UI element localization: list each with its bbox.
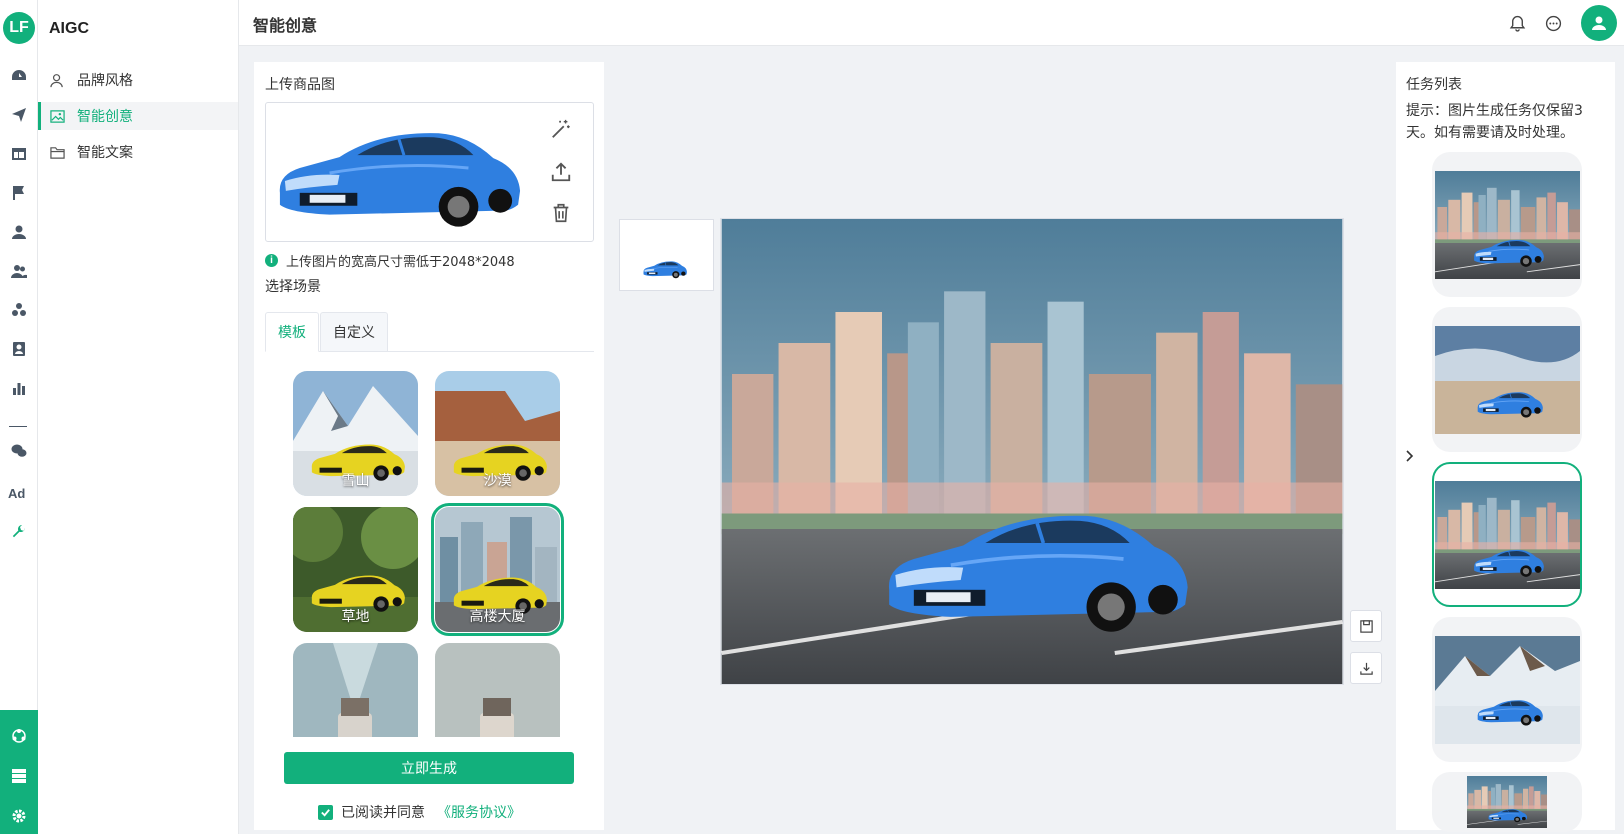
scene-label: 草地: [341, 609, 370, 625]
server-icon[interactable]: [9, 766, 29, 786]
scene-template-snow-mountain[interactable]: 雪山: [293, 371, 418, 496]
gear-icon[interactable]: [9, 806, 29, 826]
download-icon: [1359, 662, 1373, 675]
chevron-right-icon[interactable]: [1401, 448, 1417, 464]
check-icon: [321, 808, 330, 817]
module-title: AIGC: [49, 20, 89, 37]
scene-label: 高楼大厦: [469, 609, 526, 625]
rail-bottom-group: [0, 710, 38, 834]
cluster-icon[interactable]: [9, 300, 29, 320]
network-icon[interactable]: [9, 726, 29, 746]
generated-image: [721, 219, 1343, 684]
scene-label: 雪山: [341, 473, 370, 489]
tab-template[interactable]: 模板: [265, 312, 319, 352]
wechat-icon[interactable]: [9, 441, 29, 461]
creative-settings-panel: 上传商品图 i 上传图片的宽高尺寸需低于2048*2048 选择场景 模板 自定…: [254, 62, 604, 830]
image-icon: [50, 109, 65, 123]
upload-icon[interactable]: [549, 160, 573, 184]
trash-icon[interactable]: [549, 201, 573, 225]
send-icon[interactable]: [9, 105, 29, 125]
scene-template-skyscrapers[interactable]: 高楼大厦: [431, 503, 564, 636]
task-thumbnail: [1435, 481, 1580, 589]
save-button[interactable]: [1350, 610, 1382, 642]
wrench-icon[interactable]: [9, 522, 29, 542]
task-item[interactable]: [1432, 617, 1582, 762]
scene-template-desert[interactable]: 沙漠: [435, 371, 560, 496]
dashboard-icon[interactable]: [9, 66, 29, 86]
top-header: 智能创意: [239, 0, 1624, 46]
info-icon: i: [265, 254, 278, 267]
task-item[interactable]: [1432, 307, 1582, 452]
product-image: [270, 111, 528, 235]
product-upload-box[interactable]: [265, 102, 594, 242]
page-title: 智能创意: [253, 16, 318, 35]
sidebar-item-smart-copy[interactable]: 智能文案: [38, 138, 238, 166]
rail-divider: [9, 426, 27, 427]
task-thumbnail: [1467, 776, 1547, 828]
task-item[interactable]: [1432, 462, 1582, 607]
bell-icon[interactable]: [1507, 13, 1527, 33]
avatar[interactable]: [1581, 5, 1617, 41]
source-thumbnail[interactable]: [619, 219, 714, 291]
task-thumbnail: [1434, 635, 1580, 744]
task-list-title: 任务列表: [1406, 77, 1462, 93]
task-item[interactable]: [1432, 772, 1582, 832]
message-icon[interactable]: [1543, 13, 1563, 33]
users-icon[interactable]: [9, 261, 29, 281]
task-list-panel: 任务列表 提示：图片生成任务仅保留3天。如有需要请及时处理。: [1396, 62, 1615, 832]
user-icon[interactable]: [9, 222, 29, 242]
folder-icon: [50, 146, 65, 159]
icon-rail: LF Ad: [0, 0, 38, 834]
agree-text: 已阅读并同意: [341, 805, 425, 821]
upload-size-hint: i 上传图片的宽高尺寸需低于2048*2048: [265, 251, 515, 270]
secondary-sidebar: AIGC 品牌风格 智能创意 智能文案: [38, 0, 239, 834]
task-item[interactable]: [1432, 152, 1582, 297]
task-retention-hint: 提示：图片生成任务仅保留3天。如有需要请及时处理。: [1406, 103, 1583, 141]
scene-label: 沙漠: [483, 473, 512, 489]
service-agreement-link[interactable]: 《服务协议》: [437, 802, 521, 822]
sidebar-item-label: 智能创意: [77, 109, 133, 125]
flag-icon[interactable]: [9, 183, 29, 203]
scene-section-label: 选择场景: [265, 279, 321, 295]
download-button[interactable]: [1350, 652, 1382, 684]
sidebar-item-brand-style[interactable]: 品牌风格: [38, 66, 238, 94]
task-thumbnail: [1434, 325, 1580, 434]
badge-icon[interactable]: [9, 339, 29, 359]
scene-tabs: 模板 自定义: [265, 312, 594, 352]
upload-hint-text: 上传图片的宽高尺寸需低于2048*2048: [286, 255, 515, 270]
generate-button[interactable]: 立即生成: [284, 752, 574, 784]
source-thumbnail-image: [643, 261, 688, 279]
sidebar-item-label: 智能文案: [77, 145, 133, 161]
bar-chart-icon[interactable]: [9, 378, 29, 398]
task-thumbnail: [1435, 171, 1580, 279]
layout-icon[interactable]: [9, 144, 29, 164]
app-logo[interactable]: LF: [3, 12, 35, 44]
user-icon: [1592, 16, 1606, 30]
agreement-row: 已阅读并同意 《服务协议》: [318, 802, 521, 822]
scene-template-grid: 雪山 沙漠 草地 高楼大厦: [254, 365, 604, 737]
scene-template-light[interactable]: [293, 643, 418, 737]
scene-template-grassland[interactable]: 草地: [293, 507, 418, 632]
tab-custom[interactable]: 自定义: [320, 312, 388, 352]
save-icon: [1359, 619, 1373, 633]
agree-checkbox[interactable]: [318, 804, 333, 820]
generated-image-preview: [720, 218, 1344, 685]
magic-wand-icon[interactable]: [549, 117, 573, 141]
scene-template-studio[interactable]: [435, 643, 560, 737]
sidebar-item-label: 品牌风格: [77, 73, 133, 89]
sidebar-item-smart-creative[interactable]: 智能创意: [38, 102, 238, 130]
upload-section-label: 上传商品图: [265, 77, 335, 93]
user-outline-icon: [50, 73, 63, 87]
ad-icon[interactable]: Ad: [8, 486, 25, 501]
